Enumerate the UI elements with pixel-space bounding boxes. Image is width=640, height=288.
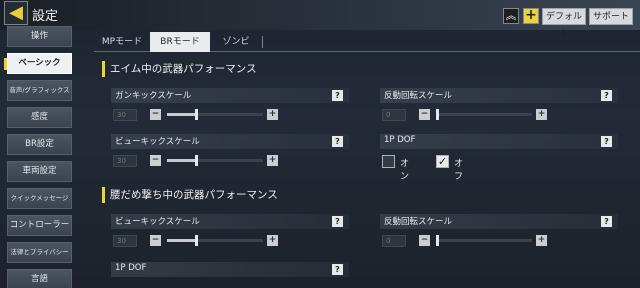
setting-header: ガンキックスケール ? (111, 88, 349, 103)
slider-track[interactable] (167, 109, 263, 120)
tab-br-mode[interactable]: BRモード (150, 32, 210, 52)
help-icon[interactable]: ? (601, 90, 612, 101)
setting-hip-recoil-rotation-scale: 反動回転スケール ? 0 − + (380, 214, 618, 254)
option-off-label: オフ (454, 159, 464, 182)
setting-view-kick-scale: ビューキックスケール ? 30 − + (111, 134, 349, 174)
setting-label: 1P DOF (384, 135, 416, 145)
double-chevron-up-icon[interactable]: ︽ (503, 8, 519, 24)
setting-hip-view-kick-scale: ビューキックスケール ? 30 − + (111, 214, 349, 254)
slider-thumb[interactable] (194, 155, 198, 166)
slider-track[interactable] (167, 235, 263, 246)
plus-button[interactable]: + (267, 109, 278, 120)
setting-header: ビューキックスケール ? (111, 134, 349, 149)
help-icon[interactable]: ? (601, 136, 612, 147)
sidebar: 操作 ベーシック 音声/グラフィックス 感度 BR設定 車両設定 クイックメッセ… (0, 26, 78, 288)
help-icon[interactable]: ? (332, 90, 343, 101)
sidebar-item-language[interactable]: 言語 (7, 269, 72, 288)
sidebar-item-controls[interactable]: 操作 (7, 26, 72, 47)
option-on-label: オン (400, 159, 410, 182)
minus-button[interactable]: − (150, 155, 161, 166)
sidebar-item-controller[interactable]: コントローラー (7, 215, 72, 236)
plus-button[interactable]: + (267, 235, 278, 246)
checkbox-off-checked[interactable]: ✓ (436, 155, 449, 168)
setting-header: ビューキックスケール ? (111, 214, 349, 229)
setting-label: 反動回転スケール (384, 91, 453, 101)
slider-thumb[interactable] (436, 109, 439, 120)
slider-thumb[interactable] (194, 109, 198, 120)
minus-button[interactable]: − (419, 109, 430, 120)
slider-track[interactable] (436, 235, 532, 246)
setting-label: 1P DOF (115, 263, 147, 273)
setting-header: 反動回転スケール ? (380, 214, 618, 229)
minus-button[interactable]: − (150, 109, 161, 120)
setting-header: 反動回転スケール ? (380, 88, 618, 103)
support-button[interactable]: サポート (589, 8, 633, 25)
page-title: 設定 (32, 9, 59, 24)
back-arrow-icon[interactable]: ◀ (4, 1, 28, 25)
help-icon[interactable]: ? (332, 216, 343, 227)
setting-hip-1p-dof: 1P DOF ? (111, 262, 349, 284)
setting-label: ビューキックスケール (115, 137, 200, 147)
value-input[interactable]: 30 (113, 109, 137, 121)
main-panel: MPモード BRモード ゾンビ エイム中の武器パフォーマンス ガンキックスケール… (94, 30, 640, 288)
section-title-ads: エイム中の武器パフォーマンス (102, 61, 257, 77)
sidebar-item-quick-message[interactable]: クイックメッセージ (7, 188, 72, 209)
header-bar: ◀ 設定 ︽ + デフォルト サポート (0, 0, 640, 39)
plus-button[interactable]: + (267, 155, 278, 166)
help-icon[interactable]: ? (332, 264, 343, 275)
value-input[interactable]: 0 (382, 109, 406, 121)
sidebar-item-sensitivity[interactable]: 感度 (7, 107, 72, 128)
help-icon[interactable]: ? (332, 136, 343, 147)
plus-button[interactable]: + (536, 235, 547, 246)
setting-label: ガンキックスケール (115, 91, 192, 101)
sidebar-item-vehicle[interactable]: 車両設定 (7, 161, 72, 182)
slider-fill (167, 159, 196, 162)
slider-thumb[interactable] (194, 235, 198, 246)
minus-button[interactable]: − (150, 235, 161, 246)
sidebar-item-br-settings[interactable]: BR設定 (7, 134, 72, 155)
tab-mp-mode[interactable]: MPモード (98, 32, 146, 52)
mode-tabs: MPモード BRモード ゾンビ (94, 30, 640, 52)
minus-button[interactable]: − (419, 235, 430, 246)
setting-recoil-rotation-scale: 反動回転スケール ? 0 − + (380, 88, 618, 128)
setting-label: ビューキックスケール (115, 217, 200, 227)
tab-zombies[interactable]: ゾンビ (216, 32, 256, 52)
setting-header: 1P DOF ? (111, 262, 349, 277)
plus-button[interactable]: + (536, 109, 547, 120)
value-input[interactable]: 30 (113, 155, 137, 167)
sidebar-item-basic[interactable]: ベーシック (4, 53, 72, 74)
setting-1p-dof: 1P DOF ? オン ✓ オフ (380, 134, 618, 182)
slider-track[interactable] (167, 155, 263, 166)
section-title-hip-fire: 腰だめ撃ち中の武器パフォーマンス (102, 187, 278, 203)
sidebar-item-audio-graphics[interactable]: 音声/グラフィックス (7, 80, 72, 101)
default-button[interactable]: デフォルト (542, 8, 586, 39)
setting-gun-kick-scale: ガンキックスケール ? 30 − + (111, 88, 349, 128)
help-icon[interactable]: ? (601, 216, 612, 227)
setting-header: 1P DOF ? (380, 134, 618, 149)
slider-thumb[interactable] (436, 235, 439, 246)
value-input[interactable]: 0 (382, 235, 406, 247)
checkbox-on[interactable] (382, 155, 395, 168)
slider-fill (167, 113, 196, 116)
value-input[interactable]: 30 (113, 235, 137, 247)
tab-divider (262, 36, 263, 48)
slider-fill (167, 239, 196, 242)
setting-label: 反動回転スケール (384, 217, 453, 227)
sidebar-item-legal-privacy[interactable]: 法律とプライバシー (7, 242, 72, 263)
plus-icon[interactable]: + (523, 8, 539, 24)
slider-track[interactable] (436, 109, 532, 120)
